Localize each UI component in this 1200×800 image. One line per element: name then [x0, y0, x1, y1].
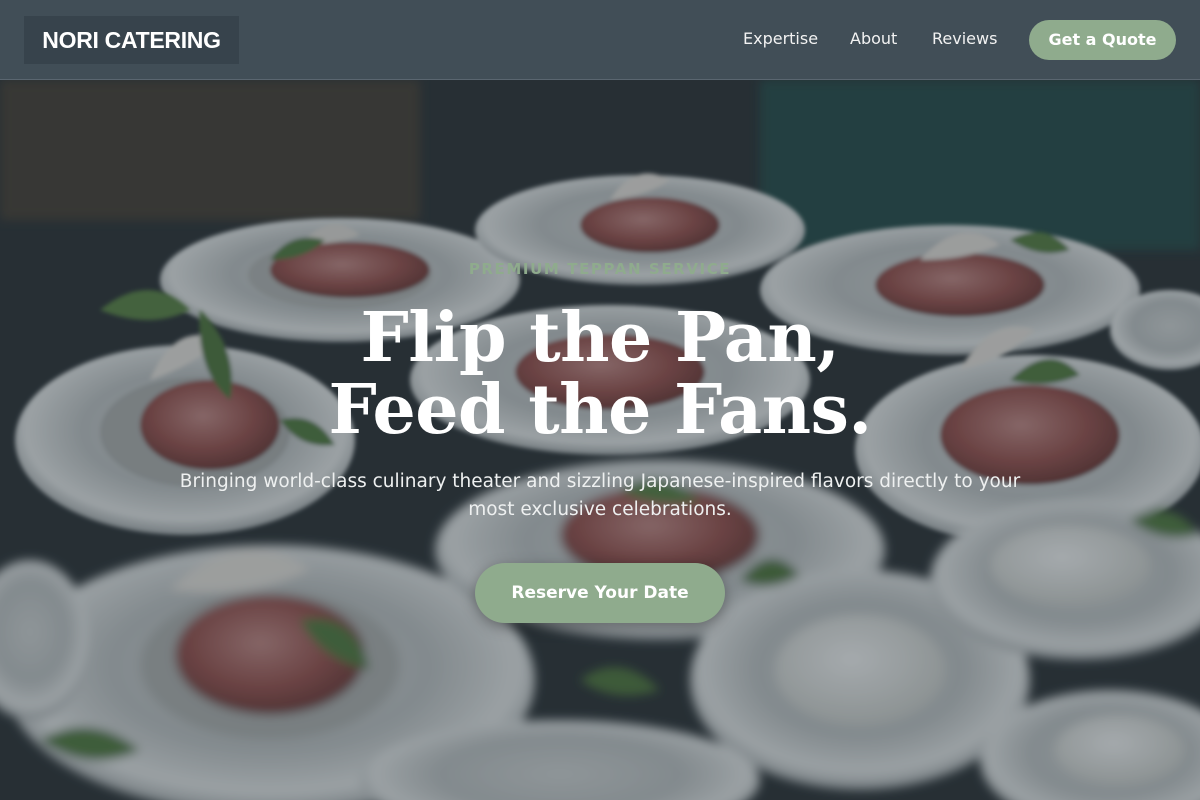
get-quote-button[interactable]: Get a Quote	[1029, 20, 1176, 60]
hero-headline: Flip the Pan, Feed the Fans.	[0, 302, 1200, 446]
nav-link-reviews[interactable]: Reviews	[932, 28, 997, 50]
nav-link-about[interactable]: About	[850, 28, 897, 50]
hero-eyebrow: PREMIUM TEPPAN SERVICE	[468, 260, 732, 278]
hero-section: PREMIUM TEPPAN SERVICE Flip the Pan, Fee…	[0, 80, 1200, 800]
hero-subtext: Bringing world-class culinary theater an…	[179, 471, 1021, 520]
brand-logo[interactable]: NORI CATERING	[24, 16, 239, 64]
reserve-date-button[interactable]: Reserve Your Date	[475, 563, 725, 623]
nav-link-expertise[interactable]: Expertise	[743, 28, 818, 50]
hero-headline-line-1: Flip the Pan,	[360, 298, 840, 378]
hero-headline-line-2: Feed the Fans.	[328, 370, 872, 450]
top-navigation: NORI CATERING Expertise About Reviews Ge…	[0, 0, 1200, 80]
landing-page: NORI CATERING Expertise About Reviews Ge…	[0, 0, 1200, 800]
